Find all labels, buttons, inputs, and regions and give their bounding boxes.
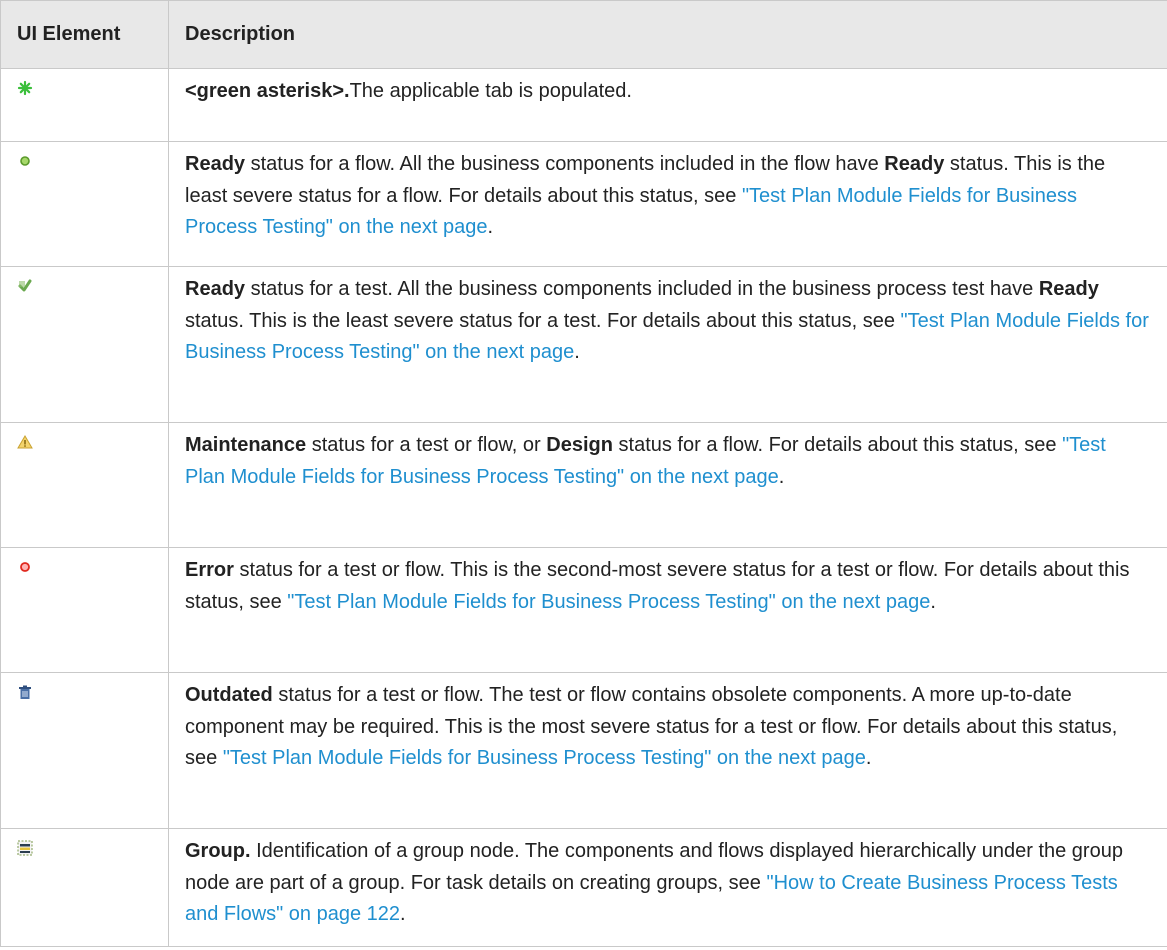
table-row: <green asterisk>.The applicable tab is p… — [0, 68, 1167, 142]
row-bold-term: Group. — [185, 840, 251, 862]
table-row: Ready status for a test. All the busines… — [0, 266, 1167, 423]
row-bold-term: Ready — [884, 153, 945, 175]
link-test-plan-fields[interactable]: "Test Plan Module Fields for Business Pr… — [287, 591, 930, 613]
table-row: Maintenance status for a test or flow, o… — [0, 422, 1167, 548]
ready-test-icon — [18, 279, 32, 292]
row-bold-term: Ready — [185, 278, 246, 300]
table-row: Group. Identification of a group node. T… — [0, 828, 1167, 947]
maintenance-icon — [17, 435, 33, 449]
row-text: . — [930, 590, 936, 613]
row-bold-term: Error — [185, 559, 234, 581]
table-row: Outdated status for a test or flow. The … — [0, 672, 1167, 829]
row-text: . — [778, 465, 785, 488]
row-text: status for a flow. For details about thi… — [612, 434, 1063, 456]
group-icon — [17, 840, 33, 856]
table-header-row: UI Element Description — [0, 0, 1167, 69]
row-text: status for a test or flow, or — [306, 434, 547, 456]
outdated-trash-icon — [19, 685, 31, 699]
row-text: status. This is the least severe status … — [185, 309, 901, 332]
row-bold-term: Design — [546, 434, 613, 456]
row-bold-term: Outdated — [185, 684, 273, 706]
row-text: . — [400, 903, 406, 925]
error-icon — [20, 562, 30, 572]
row-bold-term: Ready — [185, 153, 246, 175]
row-text: . — [574, 341, 580, 363]
ready-flow-icon — [20, 156, 30, 166]
table-row: Error status for a test or flow. This is… — [0, 547, 1167, 673]
row-text: The applicable tab is populated. — [349, 80, 632, 102]
row-text: status for a flow. All the business comp… — [245, 153, 885, 175]
header-ui-element: UI Element — [0, 0, 169, 69]
row-text: status for a test. All the business comp… — [245, 278, 1039, 300]
row-bold-term: Ready — [1038, 278, 1099, 300]
table-row: Ready status for a flow. All the busines… — [0, 141, 1167, 267]
row-bold-term: Maintenance — [185, 434, 307, 456]
header-description: Description — [168, 0, 1167, 69]
ui-element-table: UI Element Description <green asterisk>.… — [0, 0, 1167, 947]
row-text: . — [865, 747, 872, 769]
green-asterisk-icon — [17, 80, 33, 96]
row-text: . — [487, 216, 494, 238]
link-test-plan-fields[interactable]: "Test Plan Module Fields for Business Pr… — [223, 747, 866, 769]
row-bold-term: <green asterisk>. — [185, 80, 350, 102]
